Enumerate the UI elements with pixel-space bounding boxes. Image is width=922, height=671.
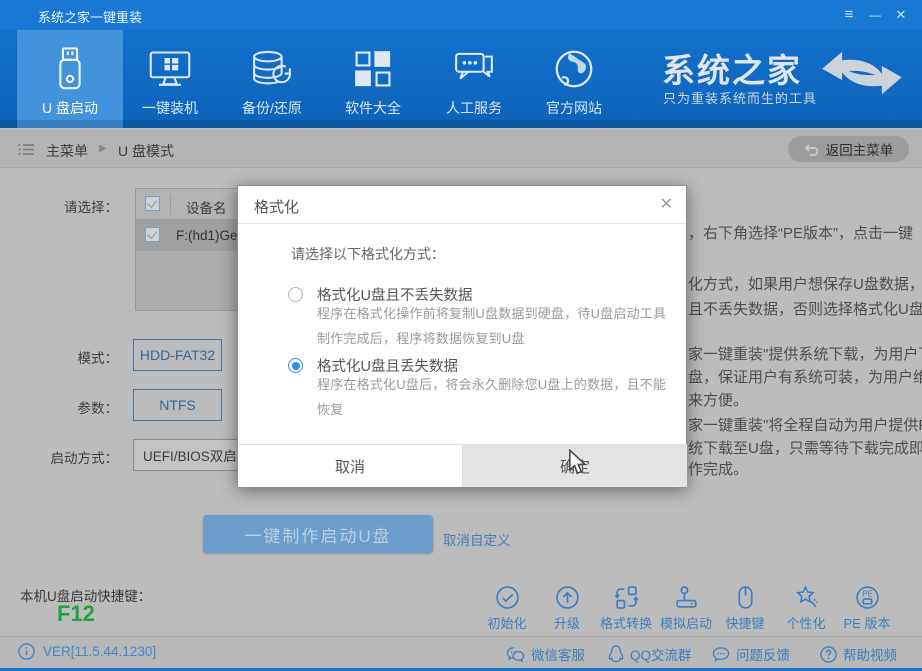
radio-keep-data-desc: 程序在格式化操作前将复制U盘数据到硬盘，待U盘启动工具制作完成后，程序将数据恢复… xyxy=(317,301,671,351)
background-text-fragment: ，右下角选择“PE版本”，点击一键 xyxy=(688,222,922,243)
initialize-icon xyxy=(495,585,520,610)
nav-item-official-website[interactable]: 官方网站 xyxy=(524,30,624,128)
nav-item-label: 官方网站 xyxy=(546,98,602,118)
footer-link-qq-group[interactable]: QQ交流群 xyxy=(608,644,692,664)
make-usb-boot-button[interactable]: 一键制作启动U盘 xyxy=(203,515,433,553)
nav-item-human-service[interactable]: 人工服务 xyxy=(424,30,524,128)
footer-link-help-video[interactable]: 帮助视频 xyxy=(820,644,897,664)
nav-item-label: 一键装机 xyxy=(142,98,198,118)
tool-initialize[interactable]: 初始化 xyxy=(475,585,539,632)
background-text-fragment: 家一键重装"提供系统下载，为用户下 xyxy=(688,343,922,364)
nav-item-backup-restore[interactable]: 备份/还原 xyxy=(222,30,322,128)
select-device-label: 请选择： xyxy=(38,196,118,216)
nav-item-label: 人工服务 xyxy=(446,98,502,118)
close-icon[interactable]: ✕ xyxy=(890,6,912,24)
nav-item-software-center[interactable]: 软件大全 xyxy=(323,30,423,128)
mode-label: 模式： xyxy=(38,347,118,367)
pe-version-icon: PE xyxy=(855,585,880,610)
apps-grid-icon xyxy=(353,44,393,94)
param-label: 参数： xyxy=(38,397,118,417)
radio-lose-data[interactable] xyxy=(288,358,303,373)
brand-logo-tagline: 只为重装系统而生的工具 xyxy=(663,88,817,107)
app-window: 系统之家一键重装 ≡ — ✕ U 盘启动 xyxy=(0,0,922,671)
breadcrumb-current: U 盘模式 xyxy=(118,141,174,161)
nav-item-one-key-install[interactable]: 一键装机 xyxy=(120,30,220,128)
upgrade-icon xyxy=(555,585,580,610)
info-icon xyxy=(18,643,35,660)
footer-link-feedback[interactable]: 问题反馈 xyxy=(712,644,790,664)
menu-icon[interactable]: ≡ xyxy=(838,6,860,24)
joystick-icon xyxy=(674,585,699,610)
nav-item-label: 软件大全 xyxy=(345,98,401,118)
tool-upgrade[interactable]: 升级 xyxy=(535,585,599,632)
dialog-title: 格式化 xyxy=(254,196,299,217)
radio-keep-data[interactable] xyxy=(288,287,303,302)
device-name-cell: F:(hd1)Ge xyxy=(176,228,238,243)
radio-lose-data-desc: 程序在格式化U盘后，将会永久删除您U盘上的数据，且不能恢复 xyxy=(317,372,671,422)
cancel-custom-link[interactable]: 取消自定义 xyxy=(443,529,511,549)
minimize-icon[interactable]: — xyxy=(864,6,886,24)
brand-logo-title: 系统之家 xyxy=(662,44,802,92)
window-title: 系统之家一键重装 xyxy=(38,7,142,26)
breadcrumb-arrow-icon: ▶ xyxy=(99,143,107,154)
background-text-fragment: 且不丢失数据，否则选择格式化U盘 xyxy=(688,298,922,319)
help-question-icon xyxy=(820,646,837,663)
footer-link-wechat[interactable]: 微信客服 xyxy=(506,644,585,664)
feedback-bubble-icon xyxy=(712,646,730,663)
chat-service-icon xyxy=(452,44,496,94)
format-convert-icon xyxy=(614,585,639,610)
monitor-install-icon xyxy=(148,44,192,94)
param-value-button[interactable]: NTFS xyxy=(133,389,222,421)
dialog-title-divider xyxy=(238,223,686,224)
brand-arrows-logo-icon xyxy=(818,46,906,100)
title-bar: 系统之家一键重装 ≡ — ✕ xyxy=(0,0,922,30)
boot-mode-label: 启动方式： xyxy=(38,447,118,467)
column-divider xyxy=(170,194,171,215)
background-text-fragment: 盘，保证用户有系统可装，为用户维 xyxy=(688,366,922,387)
mouse-icon xyxy=(733,585,758,610)
select-all-checkbox[interactable] xyxy=(145,196,160,211)
database-restore-icon xyxy=(250,44,294,94)
device-row-checkbox[interactable] xyxy=(145,227,160,242)
svg-text:PE: PE xyxy=(862,589,872,598)
back-arrow-icon xyxy=(804,143,819,156)
nav-bottom-shade xyxy=(0,120,922,128)
version-info[interactable]: VER[11.5.44.1230] xyxy=(18,643,156,660)
qq-icon xyxy=(608,645,624,663)
nav-item-usb-boot[interactable]: U 盘启动 xyxy=(17,30,123,128)
dialog-prompt: 请选择以下格式化方式： xyxy=(291,244,445,264)
tool-format-convert[interactable]: 格式转换 xyxy=(594,585,658,632)
usb-drive-icon xyxy=(53,44,87,94)
device-column-header: 设备名 xyxy=(186,197,227,217)
globe-icon xyxy=(553,44,595,94)
background-text-fragment: 家一键重装"将全程自动为用户提供PE xyxy=(688,414,922,435)
breadcrumb-root[interactable]: 主菜单 xyxy=(46,141,88,161)
nav-item-label: 备份/还原 xyxy=(242,98,302,118)
tool-personalize[interactable]: 个性化 xyxy=(774,585,838,632)
background-text-fragment: 来方便。 xyxy=(688,389,922,410)
background-text-fragment: 化方式，如果用户想保存U盘数据，就 xyxy=(688,273,922,294)
boot-hotkey-value: F12 xyxy=(57,601,95,627)
list-menu-icon[interactable] xyxy=(18,143,35,156)
mode-value-button[interactable]: HDD-FAT32 xyxy=(133,339,222,371)
version-text: VER[11.5.44.1230] xyxy=(43,644,156,659)
back-to-main-menu-button[interactable]: 返回主菜单 xyxy=(788,136,909,162)
nav-item-label: U 盘启动 xyxy=(42,98,98,118)
wechat-icon xyxy=(506,646,525,663)
tool-simulate-boot[interactable]: 模拟启动 xyxy=(654,585,718,632)
dialog-close-icon[interactable]: ✕ xyxy=(660,194,673,214)
back-button-label: 返回主菜单 xyxy=(826,139,894,159)
background-text-fragment: 统下载至U盘，只需等待下载完成即 xyxy=(688,437,922,458)
dialog-cancel-button[interactable]: 取消 xyxy=(238,444,462,487)
star-personalize-icon xyxy=(794,585,819,610)
tool-hotkeys[interactable]: 快捷键 xyxy=(713,585,777,632)
dialog-confirm-button[interactable]: 确定 xyxy=(462,444,687,487)
format-dialog: 格式化 ✕ 请选择以下格式化方式： 格式化U盘且不丢失数据 程序在格式化操作前将… xyxy=(237,185,687,487)
background-text-fragment: 作完成。 xyxy=(688,458,922,479)
tool-pe-version[interactable]: PE PE 版本 xyxy=(835,585,899,632)
